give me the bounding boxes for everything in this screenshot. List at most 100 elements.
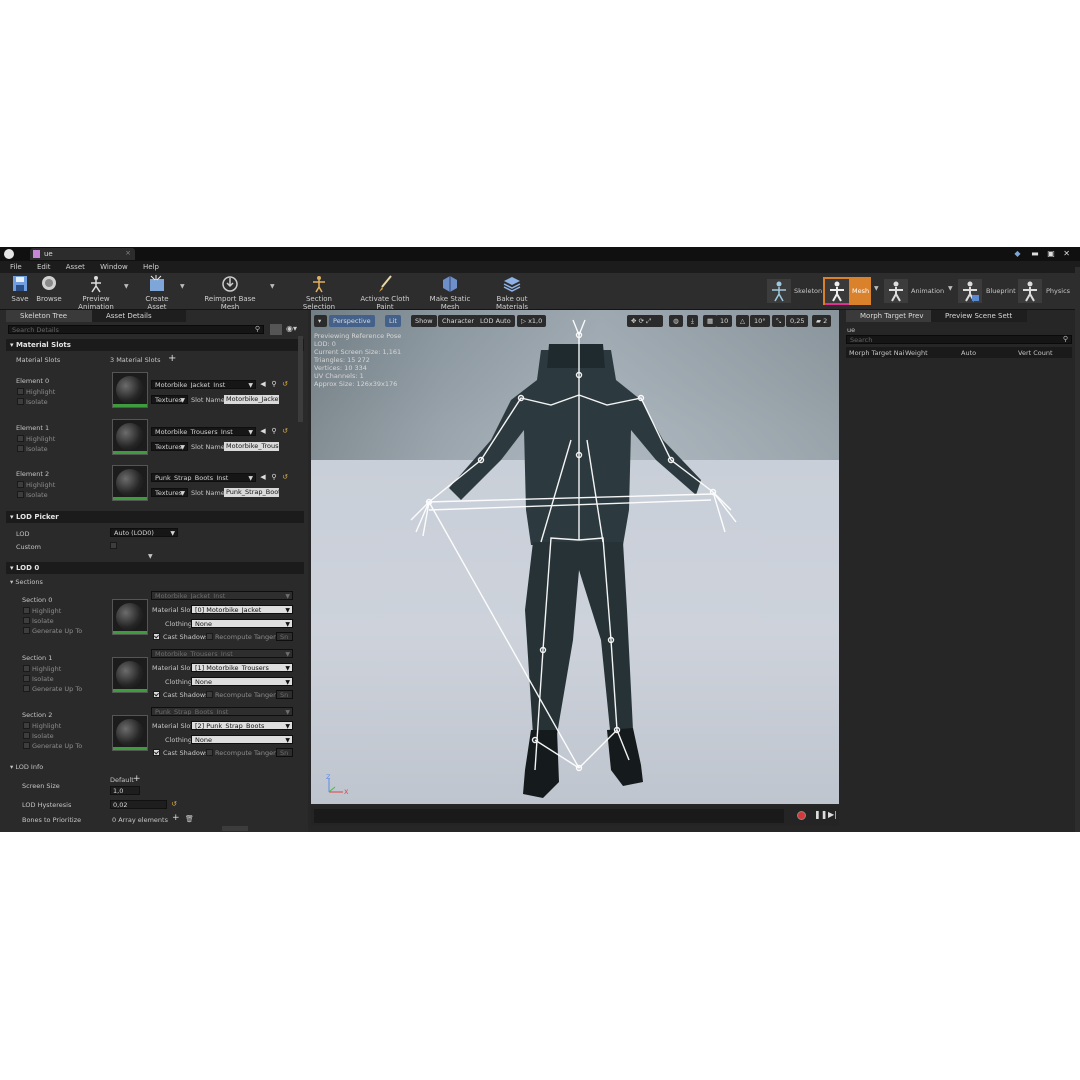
section-selection-button[interactable]: Section Selection (292, 275, 346, 311)
section-2-isolate-checkbox[interactable] (23, 732, 30, 739)
element-1-material-thumbnail[interactable] (112, 419, 148, 455)
perspective-button[interactable]: Perspective (329, 315, 375, 327)
element-0-isolate-checkbox[interactable] (17, 398, 24, 405)
morph-search-input[interactable]: Search ⚲ (846, 335, 1072, 344)
menu-help[interactable]: Help (143, 263, 159, 271)
section-2-clothing-dropdown[interactable]: None ▼ (191, 735, 293, 744)
physics-mode-button[interactable] (1018, 279, 1042, 303)
column-morph-target-name[interactable]: Morph Target Nai (849, 349, 904, 357)
section-2-highlight-checkbox[interactable] (23, 722, 30, 729)
section-1-highlight-checkbox[interactable] (23, 665, 30, 672)
section-0-clothing-dropdown[interactable]: None ▼ (191, 619, 293, 628)
minimize-icon[interactable]: ▬ (1031, 249, 1039, 258)
help-icon[interactable]: ◆ (1014, 249, 1020, 258)
lod-dropdown[interactable]: Auto (LOD0) ▼ (110, 528, 178, 537)
element-1-highlight-checkbox[interactable] (17, 435, 24, 442)
close-icon[interactable]: ✕ (1063, 249, 1070, 258)
next-frame-icon[interactable]: ▶| (828, 810, 837, 819)
mesh-mode-button[interactable]: Mesh (823, 277, 871, 305)
browse-asset-icon[interactable]: ⚲ (270, 473, 278, 481)
animation-mode-button[interactable] (884, 279, 908, 303)
right-edge-scrollbar[interactable] (1075, 267, 1080, 832)
section-1-generate-checkbox[interactable] (23, 685, 30, 692)
menu-file[interactable]: File (10, 263, 22, 271)
section-0-material-slot-dropdown[interactable]: [0] Motorbike_Jacket ▼ (191, 605, 293, 614)
add-bone-icon[interactable]: + (172, 813, 180, 823)
section-1-isolate-checkbox[interactable] (23, 675, 30, 682)
make-static-mesh-button[interactable]: Make Static Mesh (422, 275, 478, 311)
create-asset-dropdown-icon[interactable]: ▼ (180, 283, 185, 290)
viewport[interactable]: ▾ Perspective Lit Show Character LOD Aut… (311, 310, 839, 804)
browse-asset-icon[interactable]: ⚲ (270, 380, 278, 388)
section-2-cast-shadows-checkbox[interactable] (153, 749, 160, 756)
lod-hysteresis-input[interactable]: 0,02 (110, 800, 167, 809)
section-1-recompute-tangent-checkbox[interactable] (206, 691, 213, 698)
skeleton-mode-button[interactable] (767, 279, 791, 303)
browse-asset-icon[interactable]: ⚲ (270, 427, 278, 435)
visibility-eye-icon[interactable]: ◉▾ (286, 324, 297, 333)
expand-advanced-icon[interactable]: ▼ (148, 553, 153, 560)
element-2-material-combo[interactable]: Punk_Strap_Boots_Inst ▼ (151, 473, 256, 482)
use-selected-arrow-icon[interactable]: ◀ (259, 380, 267, 388)
details-search-input[interactable]: Search Details ⚲ (8, 325, 264, 334)
create-asset-button[interactable]: Create Asset (136, 275, 178, 311)
grid-value[interactable]: 10 (716, 315, 733, 327)
angle-value[interactable]: 10° (750, 315, 770, 327)
tab-preview-scene-settings[interactable]: Preview Scene Sett (931, 310, 1027, 322)
element-0-material-combo[interactable]: Motorbike_Jacket_Inst ▼ (151, 380, 256, 389)
scale-snap-icon[interactable]: ⤡ (772, 315, 786, 327)
reset-hysteresis-icon[interactable]: ↺ (170, 800, 178, 808)
reset-icon[interactable]: ↺ (281, 473, 289, 481)
browse-button[interactable]: Browse (36, 275, 62, 303)
menu-window[interactable]: Window (100, 263, 128, 271)
reset-icon[interactable]: ↺ (281, 427, 289, 435)
element-0-slot-name-input[interactable]: Motorbike_Jacket (224, 395, 279, 404)
preview-animation-dropdown-icon[interactable]: ▼ (124, 283, 129, 290)
reimport-dropdown-icon[interactable]: ▼ (270, 283, 275, 290)
angle-snap-icon[interactable]: △ (736, 315, 749, 327)
section-2-material-slot-dropdown[interactable]: [2] Punk_Strap_Boots ▼ (191, 721, 293, 730)
tab-asset-details[interactable]: Asset Details (92, 310, 186, 322)
section-0-recompute-tangent-checkbox[interactable] (206, 633, 213, 640)
reimport-base-mesh-button[interactable]: Reimport Base Mesh (198, 275, 262, 311)
element-0-textures-dropdown[interactable]: Textures ▼ (151, 395, 188, 404)
menu-edit[interactable]: Edit (37, 263, 51, 271)
lod0-header[interactable]: ▾ LOD 0 (6, 562, 304, 574)
section-0-generate-checkbox[interactable] (23, 627, 30, 634)
details-scrollbar[interactable] (298, 336, 303, 422)
timeline-scrubber[interactable] (314, 809, 784, 823)
pause-icon[interactable]: ❚❚ (814, 810, 827, 819)
element-0-material-thumbnail[interactable] (112, 372, 148, 408)
bake-out-materials-button[interactable]: Bake out Materials (482, 275, 542, 311)
playback-speed-button[interactable]: ▷ x1,0 (517, 315, 547, 327)
close-tab-icon[interactable]: × (125, 249, 131, 257)
tab-morph-target-preview[interactable]: Morph Target Prev (846, 310, 942, 322)
add-material-slot-icon[interactable]: + (168, 353, 176, 364)
surface-snap-icon[interactable]: ⤓ (687, 315, 698, 327)
element-1-textures-dropdown[interactable]: Textures ▼ (151, 442, 188, 451)
maximize-icon[interactable]: ▣ (1047, 249, 1055, 258)
element-0-highlight-checkbox[interactable] (17, 388, 24, 395)
section-0-cast-shadows-checkbox[interactable] (153, 633, 160, 640)
record-icon[interactable] (797, 811, 806, 820)
section-2-generate-checkbox[interactable] (23, 742, 30, 749)
character-button[interactable]: Character (438, 315, 479, 327)
use-selected-arrow-icon[interactable]: ◀ (259, 473, 267, 481)
element-1-isolate-checkbox[interactable] (17, 445, 24, 452)
material-slots-header[interactable]: ▾ Material Slots (6, 339, 304, 351)
lod-auto-button[interactable]: LOD Auto (476, 315, 515, 327)
element-2-textures-dropdown[interactable]: Textures ▼ (151, 488, 188, 497)
reset-icon[interactable]: ↺ (281, 380, 289, 388)
scale-value[interactable]: 0,25 (786, 315, 809, 327)
screen-size-input[interactable]: 1,0 (110, 786, 140, 795)
add-screen-size-icon[interactable]: + (133, 774, 141, 784)
camera-speed[interactable]: ▰ 2 (812, 315, 832, 327)
section-0-highlight-checkbox[interactable] (23, 607, 30, 614)
show-button[interactable]: Show (411, 315, 437, 327)
column-weight[interactable]: Weight (905, 349, 928, 357)
section-1-clothing-dropdown[interactable]: None ▼ (191, 677, 293, 686)
element-2-slot-name-input[interactable]: Punk_Strap_Boots (224, 488, 279, 497)
use-selected-arrow-icon[interactable]: ◀ (259, 427, 267, 435)
tab-skeleton-tree[interactable]: Skeleton Tree (6, 310, 100, 322)
asset-tab[interactable]: ue × (30, 248, 135, 260)
